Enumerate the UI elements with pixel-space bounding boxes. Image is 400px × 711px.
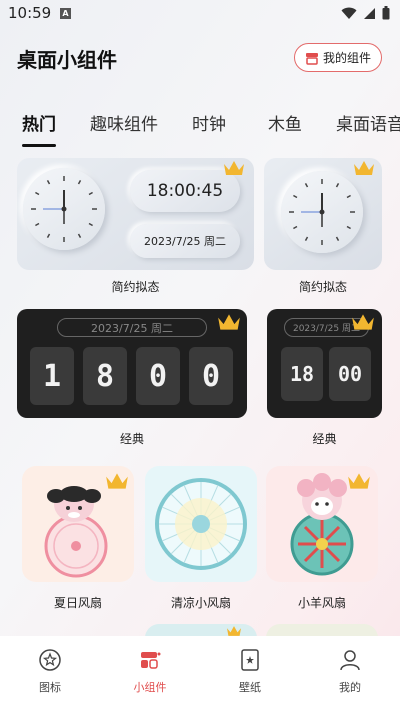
bottom-navigation: 图标 小组件 壁纸 我的: [0, 636, 400, 711]
widget-icon: [141, 652, 161, 669]
tab-desktop-voice[interactable]: 桌面语音: [336, 110, 400, 135]
nav-label: 小组件: [133, 681, 167, 694]
wifi-icon: [341, 7, 357, 19]
flip-digit: 0: [189, 347, 233, 405]
flip-digit: 8: [83, 347, 127, 405]
tab-wooden-fish[interactable]: 木鱼: [268, 110, 302, 135]
premium-crown-icon: [352, 314, 374, 330]
widget-caption: 小羊风扇: [297, 596, 346, 610]
wallpaper-icon: [241, 649, 259, 671]
nav-label: 壁纸: [239, 681, 261, 694]
premium-crown-icon: [224, 161, 244, 175]
widget-caption: 夏日风扇: [53, 596, 102, 610]
flip-digit: 0: [136, 347, 180, 405]
tab-fun-widgets[interactable]: 趣味组件: [90, 110, 158, 135]
flip-digit: 1: [30, 347, 74, 405]
cool-fan-illustration: [155, 478, 247, 570]
widget-skeuo-large[interactable]: 18:00:45 2023/7/25 周二: [17, 158, 254, 270]
my-widgets-button[interactable]: 我的组件: [294, 43, 382, 72]
nav-item-icons[interactable]: 图标: [20, 648, 80, 695]
widget-caption: 经典: [119, 432, 144, 446]
nav-label: 图标: [39, 681, 61, 694]
classic-date: 2023/7/25 周二: [57, 318, 207, 337]
flip-digit: 00: [329, 347, 371, 401]
date-pill: 2023/7/25 周二: [130, 224, 240, 258]
widget-caption: 经典: [312, 432, 337, 446]
status-time: 10:59: [8, 4, 52, 22]
flip-digit: 18: [281, 347, 323, 401]
notification-icon: A: [60, 8, 71, 19]
widget-box-icon: [305, 52, 318, 65]
signal-icon: [364, 7, 375, 19]
widget-caption: 简约拟态: [298, 280, 347, 294]
premium-crown-icon: [348, 473, 370, 489]
my-widgets-label: 我的组件: [322, 51, 371, 65]
premium-crown-icon: [106, 473, 128, 489]
premium-crown-icon: [218, 314, 240, 330]
tab-hot[interactable]: 热门: [22, 110, 56, 135]
category-tabs: 热门 趣味组件 时钟 木鱼 桌面语音: [0, 108, 400, 148]
active-tab-indicator: [22, 144, 56, 147]
status-icons: [341, 6, 390, 20]
nav-item-profile[interactable]: 我的: [320, 648, 380, 695]
analog-clock: [281, 171, 363, 253]
battery-icon: [382, 6, 390, 20]
clock-hands-icon: [289, 179, 355, 245]
status-bar: 10:59 A: [0, 0, 400, 28]
tab-clock[interactable]: 时钟: [192, 110, 226, 135]
widget-fan-cool[interactable]: [145, 466, 257, 582]
nav-item-wallpaper[interactable]: 壁纸: [220, 648, 280, 695]
analog-clock: [23, 168, 105, 250]
widget-caption: 清凉小风扇: [170, 596, 231, 610]
page-title: 桌面小组件: [17, 48, 117, 72]
icon-grid-icon: [39, 649, 61, 671]
nav-label: 我的: [339, 681, 361, 694]
profile-icon: [340, 650, 360, 671]
nav-item-widgets[interactable]: 小组件: [120, 648, 180, 695]
widget-classic-large[interactable]: 2023/7/25 周二 1 8 0 0: [17, 309, 247, 418]
widget-caption: 简约拟态: [111, 280, 160, 294]
premium-crown-icon: [354, 161, 374, 175]
clock-hands-icon: [31, 176, 97, 242]
